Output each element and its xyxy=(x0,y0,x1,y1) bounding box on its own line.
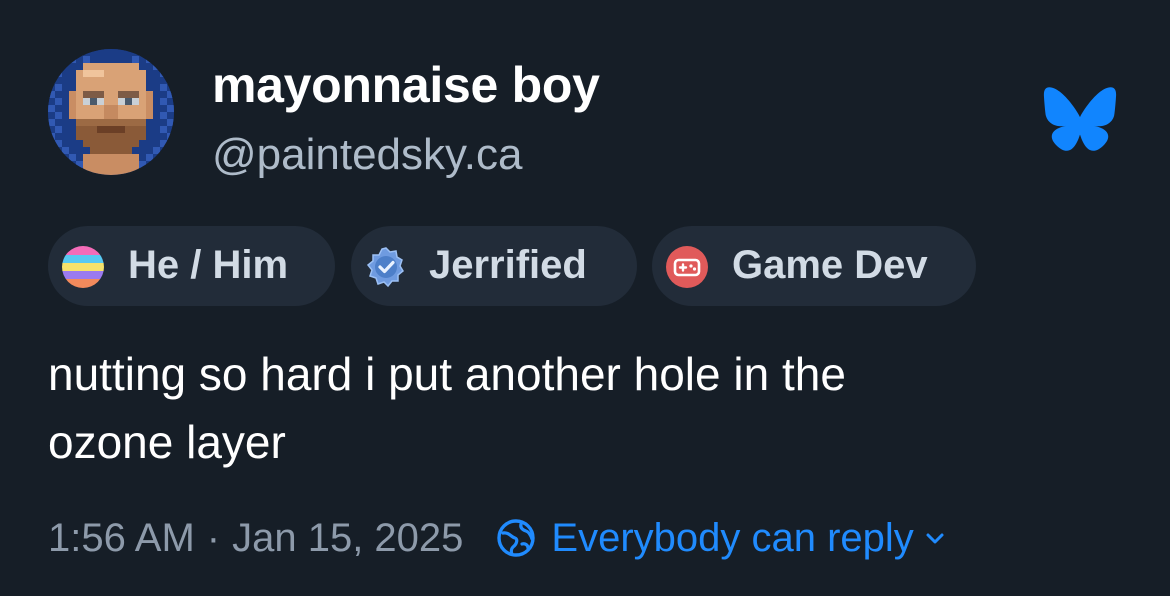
pronouns-flag-icon xyxy=(62,246,104,288)
badge-label: Game Dev xyxy=(732,243,928,287)
verified-seal-icon xyxy=(366,247,404,288)
reply-settings-button[interactable]: Everybody can reply xyxy=(495,516,945,561)
author-display-name[interactable]: mayonnaise boy xyxy=(212,56,600,114)
reply-settings-label: Everybody can reply xyxy=(551,515,914,560)
badge-label: He / Him xyxy=(128,243,289,287)
author-handle[interactable]: @paintedsky.ca xyxy=(212,130,522,180)
badge-jerrified[interactable]: Jerrified xyxy=(351,226,637,306)
badge-pronouns[interactable]: He / Him xyxy=(48,226,335,306)
post-text: nutting so hard i put another hole in th… xyxy=(48,348,846,468)
badge-label: Jerrified xyxy=(429,243,587,287)
gamepad-icon xyxy=(666,246,708,288)
separator-dot: · xyxy=(206,515,221,560)
pixel-art-bald-man-avatar xyxy=(48,49,174,175)
post-time[interactable]: 1:56 AM xyxy=(48,516,195,561)
bluesky-butterfly-icon[interactable] xyxy=(1042,86,1118,152)
chevron-down-icon xyxy=(926,533,944,544)
badge-game-dev[interactable]: Game Dev xyxy=(652,226,976,306)
author-avatar[interactable] xyxy=(48,49,174,175)
post-date[interactable]: Jan 15, 2025 xyxy=(232,516,463,561)
post-footer: 1:56 AM · Jan 15, 2025 Everybody can rep… xyxy=(48,510,946,566)
post-card: mayonnaise boy @paintedsky.ca He / Him J… xyxy=(0,0,1170,596)
globe-icon xyxy=(497,519,536,557)
